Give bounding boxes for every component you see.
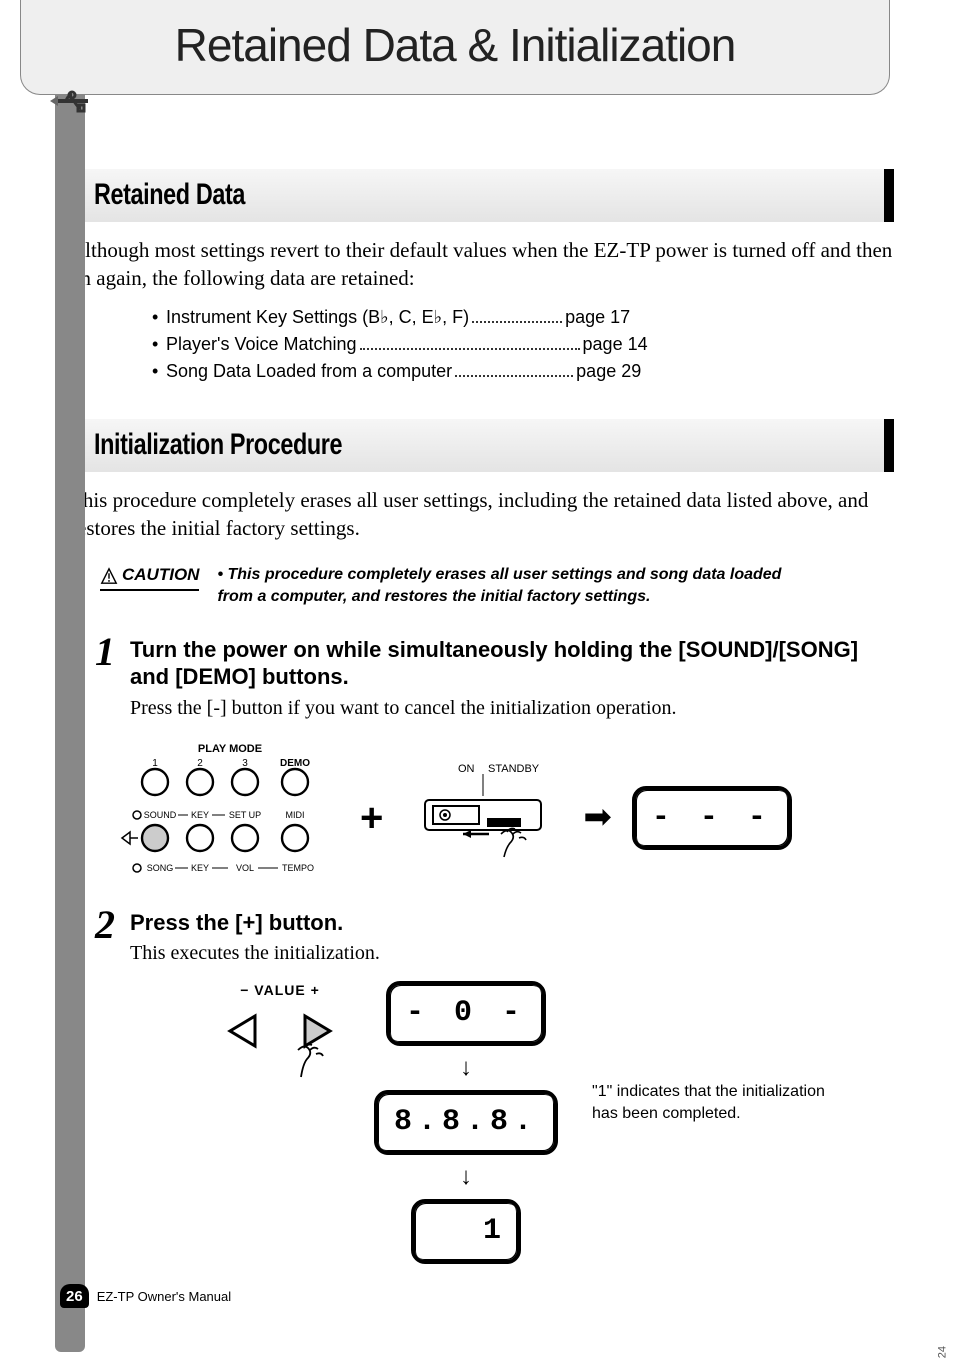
svg-text:SONG: SONG: [147, 863, 174, 873]
footer: 26 EZ-TP Owner's Manual: [60, 1284, 231, 1308]
retained-list: • Instrument Key Settings (B♭, C, E♭, F)…: [152, 304, 894, 385]
display-seq-b: 8.8.8.: [374, 1090, 558, 1155]
page-header: Retained Data & Initialization: [20, 0, 890, 95]
step-number: 2: [90, 909, 120, 941]
section-retained-header: Retained Data: [70, 169, 894, 222]
svg-text:KEY: KEY: [191, 863, 209, 873]
svg-text:MIDI: MIDI: [286, 810, 305, 820]
playmode-panel-icon: PLAY MODE 1 2 3 DEMO SOUND KEY SET UP MI…: [120, 740, 340, 897]
svg-text:3: 3: [242, 758, 248, 769]
side-page-number: 24: [936, 1346, 948, 1358]
header-tab: [55, 0, 85, 1352]
caution-label: CAUTION: [100, 564, 199, 591]
step2-text: This executes the initialization.: [130, 940, 894, 967]
warning-icon: [100, 567, 118, 585]
step1-title: Turn the power on while simultaneously h…: [130, 636, 894, 691]
svg-text:STANDBY: STANDBY: [488, 763, 540, 775]
usb-icon: [48, 86, 92, 116]
value-buttons-icon: − VALUE +: [220, 981, 340, 1096]
step1-figure: PLAY MODE 1 2 3 DEMO SOUND KEY SET UP MI…: [120, 740, 894, 897]
page-title: Retained Data & Initialization: [31, 18, 879, 72]
plus-icon: +: [360, 791, 383, 845]
svg-text:TEMPO: TEMPO: [282, 863, 314, 873]
arrow-right-icon: ➡: [583, 795, 612, 841]
step1-text: Press the [-] button if you want to canc…: [130, 695, 894, 722]
step-2: 2 Press the [+] button. This executes th…: [90, 909, 894, 968]
svg-text:DEMO: DEMO: [280, 758, 310, 769]
display-seq-a: - 0 -: [386, 981, 546, 1046]
svg-text:2: 2: [197, 758, 203, 769]
svg-text:PLAY MODE: PLAY MODE: [198, 743, 262, 755]
svg-text:ON: ON: [458, 763, 475, 775]
manual-title: EZ-TP Owner's Manual: [97, 1289, 231, 1304]
arrow-down-icon: ↓: [460, 1161, 472, 1193]
display-dashes: - - -: [632, 786, 792, 851]
svg-text:VOL: VOL: [236, 863, 254, 873]
svg-text:SOUND: SOUND: [144, 810, 177, 820]
list-item: Instrument Key Settings (B♭, C, E♭, F): [166, 304, 469, 331]
svg-text:KEY: KEY: [191, 810, 209, 820]
step-1: 1 Turn the power on while simultaneously…: [90, 636, 894, 722]
completion-note: "1" indicates that the initialization ha…: [592, 1081, 842, 1124]
svg-text:SET UP: SET UP: [229, 810, 261, 820]
arrow-down-icon: ↓: [460, 1052, 472, 1084]
caution: CAUTION • This procedure completely eras…: [100, 564, 894, 607]
svg-text:1: 1: [152, 758, 158, 769]
step2-title: Press the [+] button.: [130, 909, 894, 937]
list-item: Player's Voice Matching: [166, 331, 357, 358]
caution-text: • This procedure completely erases all u…: [217, 564, 807, 607]
step2-figure: − VALUE + - 0 - ↓ 8.8.8. ↓ 1 "1" indicat…: [220, 981, 894, 1263]
init-intro: This procedure completely erases all use…: [70, 486, 894, 543]
display-seq-c: 1: [411, 1199, 521, 1264]
retained-intro: Although most settings revert to their d…: [70, 236, 894, 293]
list-item: Song Data Loaded from a computer: [166, 358, 452, 385]
step-number: 1: [90, 636, 120, 668]
section-init-header: Initialization Procedure: [70, 419, 894, 472]
page-number: 26: [60, 1284, 89, 1308]
power-switch-icon: ON STANDBY: [403, 760, 563, 877]
content: Retained Data Although most settings rev…: [0, 95, 954, 1264]
